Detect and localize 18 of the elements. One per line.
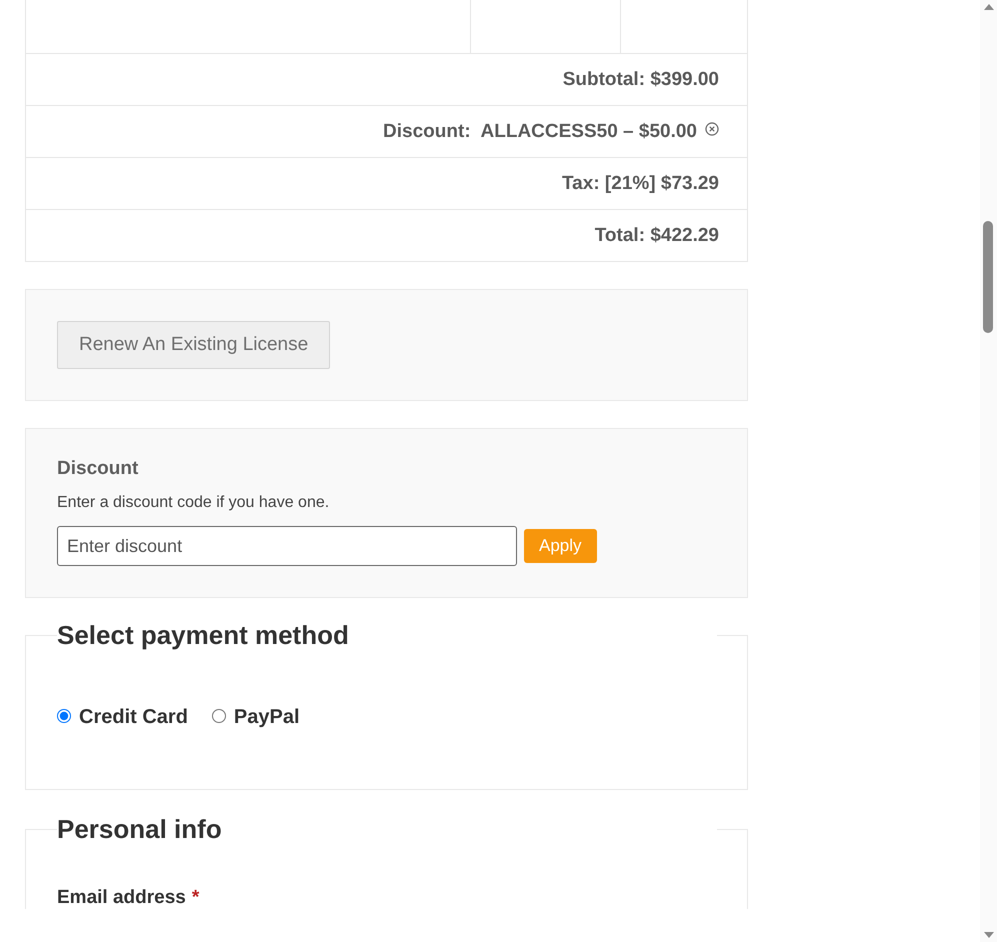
scroll-up-icon[interactable] — [984, 4, 994, 10]
total-line: Tax: [21%] $73.29 — [562, 172, 719, 194]
email-label-text: Email address — [57, 887, 186, 908]
renew-button[interactable]: Renew An Existing License — [57, 321, 330, 369]
payment-option[interactable]: PayPal — [212, 706, 300, 729]
total-line: Discount: ALLACCESS50 – $50.00 — [383, 120, 697, 142]
required-mark: * — [192, 887, 200, 908]
radio-button[interactable] — [212, 708, 226, 722]
total-line: Total: $422.29 — [594, 224, 719, 246]
scroll-down-icon[interactable] — [984, 932, 994, 938]
radio-button[interactable] — [57, 708, 71, 722]
total-line: Subtotal: $399.00 — [562, 68, 719, 90]
discount-field[interactable]: Enter discount — [57, 526, 517, 566]
remove-icon[interactable] — [705, 122, 719, 136]
payment-option[interactable]: Credit Card — [57, 706, 188, 729]
discount-title: Discount — [57, 458, 138, 480]
discount-hint: Enter a discount code if you have one. — [57, 494, 330, 512]
scrollbar-thumb[interactable] — [983, 221, 993, 333]
